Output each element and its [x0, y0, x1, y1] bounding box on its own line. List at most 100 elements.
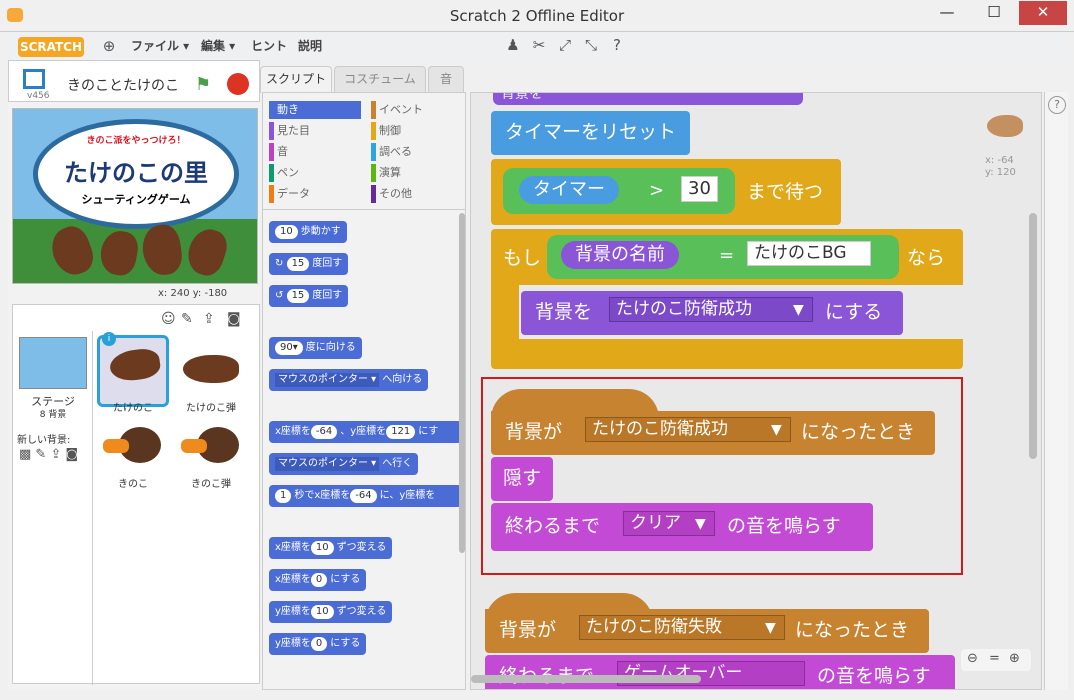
block-when-backdrop-switches[interactable]: 背景が たけのこ防衛成功 ▼ になったとき [491, 411, 935, 455]
script-area[interactable]: 背景を タイマーをリセット タイマー > 30 まで待つ もし 背景の名前 = … [470, 92, 1042, 690]
tab-sounds[interactable]: 音 [428, 66, 464, 92]
maximize-button[interactable]: ☐ [972, 1, 1016, 25]
stage-canvas[interactable]: きのこ派をやっつけろ！ たけのこの里 シューティングゲーム [12, 108, 258, 284]
zoom-in-icon[interactable]: ⊕ [1009, 651, 1020, 666]
category-events[interactable]: イベント [371, 101, 461, 119]
menu-edit[interactable]: 編集 ▾ [201, 37, 235, 54]
point-towards-dropdown[interactable]: マウスのポインター ▾ [275, 373, 380, 387]
timer-reporter[interactable]: タイマー [519, 176, 619, 204]
category-data[interactable]: データ [269, 185, 359, 203]
block-glide[interactable]: 1 秒でx座標を -64 に、y座標を [269, 485, 465, 507]
goto-y-value[interactable]: 121 [386, 425, 416, 439]
green-flag-icon[interactable]: ⚑ [195, 74, 217, 95]
sprite-thumb-takenoko[interactable]: i [97, 332, 169, 407]
script-hscrollbar[interactable] [471, 675, 701, 683]
close-button[interactable]: ✕ [1019, 1, 1067, 25]
change-x-value[interactable]: 10 [310, 541, 334, 555]
menu-file[interactable]: ファイル ▾ [131, 37, 189, 54]
backdrop-compare-input[interactable]: たけのこBG [747, 241, 871, 266]
scratch-logo[interactable]: SCRATCH [18, 37, 84, 57]
block-goto-xy[interactable]: x座標を -64 、y座標を 121 にす [269, 421, 465, 443]
category-looks[interactable]: 見た目 [269, 122, 359, 140]
block-play-sound-until-done[interactable]: 終わるまで クリア ▼ の音を鳴らす [491, 503, 873, 551]
paint-sprite-icon[interactable]: ✎ [181, 311, 193, 327]
chevron-down-icon[interactable]: ▼ [793, 303, 804, 317]
block-set-x[interactable]: x座標を 0 にする [269, 569, 367, 591]
stage-thumbnail[interactable] [19, 337, 87, 389]
block-turn-right[interactable]: ↻ 15 度回す [269, 253, 349, 275]
block-move[interactable]: 10 歩動かす [269, 221, 347, 243]
block-partial-top[interactable]: 背景を [493, 93, 803, 105]
globe-icon[interactable]: ⊕ [100, 37, 118, 55]
goto-x-value[interactable]: -64 [310, 425, 338, 439]
block-switch-backdrop[interactable]: 背景を たけのこ防衛成功 ▼ にする [521, 291, 903, 335]
category-sensing[interactable]: 調べる [371, 143, 461, 161]
duplicate-icon[interactable]: ♟ [504, 36, 522, 54]
zoom-reset-icon[interactable]: = [989, 651, 1000, 666]
tab-costumes[interactable]: コスチューム [334, 66, 426, 92]
direction-value[interactable]: 90▾ [275, 341, 303, 355]
block-reset-timer[interactable]: タイマーをリセット [491, 111, 691, 155]
upload-sprite-icon[interactable]: ⇪ [203, 311, 215, 327]
change-y-value[interactable]: 10 [310, 605, 334, 619]
set-x-value[interactable]: 0 [310, 573, 328, 587]
category-motion[interactable]: 動き [269, 101, 359, 119]
backdrop-tools-icons[interactable]: ▩ ✎ ⇪ ◙ [19, 447, 78, 462]
glide-x-value[interactable]: -64 [350, 489, 377, 503]
camera-icon[interactable]: ◙ [227, 311, 241, 327]
set-y-value[interactable]: 0 [310, 637, 328, 651]
category-operators[interactable]: 演算 [371, 164, 461, 182]
hat2-backdrop-dropdown[interactable]: たけのこ防衛失敗 [579, 615, 785, 640]
chevron-down-icon[interactable]: ▼ [771, 423, 782, 437]
equals-operator[interactable]: 背景の名前 = たけのこBG [547, 235, 899, 279]
glide-secs-value[interactable]: 1 [275, 489, 292, 503]
block-when-backdrop-switches-2[interactable]: 背景が たけのこ防衛失敗 ▼ になったとき [485, 609, 929, 653]
switch-backdrop-dropdown[interactable]: たけのこ防衛成功 [609, 297, 813, 322]
block-turn-left[interactable]: ↺ 15 度回す [269, 285, 349, 307]
block-partial-bottom[interactable]: 終わるまで ゲームオーバー の音を鳴らす [485, 655, 955, 689]
hat2-label-a: 背景が [499, 619, 557, 641]
block-hide[interactable]: 隠す [491, 457, 554, 501]
category-sound[interactable]: 音 [269, 143, 359, 161]
wait-value-input[interactable]: 30 [681, 176, 718, 202]
zoom-out-icon[interactable]: ⊖ [967, 651, 978, 666]
hat1-backdrop-dropdown[interactable]: たけのこ防衛成功 [585, 417, 791, 442]
turn-left-value[interactable]: 15 [286, 289, 310, 303]
info-icon[interactable]: i [102, 332, 116, 346]
help-question-icon[interactable]: ? [1048, 96, 1066, 114]
turn-right-value[interactable]: 15 [286, 257, 310, 271]
block-point-direction[interactable]: 90▾ 度に向ける [269, 337, 362, 359]
block-set-y[interactable]: y座標を 0 にする [269, 633, 367, 655]
block-change-x[interactable]: x座標を 10 ずつ変える [269, 537, 393, 559]
block-point-towards[interactable]: マウスのポインター ▾ へ向ける [269, 369, 429, 391]
help-icon[interactable]: ? [608, 36, 626, 54]
category-more[interactable]: その他 [371, 185, 461, 203]
project-name[interactable]: きのことたけのこ [67, 75, 179, 95]
block-change-y[interactable]: y座標を 10 ずつ変える [269, 601, 393, 623]
fullscreen-icon[interactable] [23, 69, 45, 89]
script-vscrollbar[interactable] [1029, 213, 1037, 459]
minimize-button[interactable]: — [925, 1, 969, 25]
category-control[interactable]: 制御 [371, 122, 461, 140]
palette-scrollbar[interactable] [459, 213, 465, 553]
move-steps-value[interactable]: 10 [275, 225, 298, 239]
delete-icon[interactable]: ✂ [530, 36, 548, 54]
block-wait-until[interactable]: タイマー > 30 まで待つ [491, 159, 841, 225]
menu-hint[interactable]: ヒント [251, 37, 287, 54]
shrink-icon[interactable]: ⤡ [582, 36, 600, 54]
chevron-down-icon[interactable]: ▼ [765, 621, 776, 635]
block-if[interactable]: もし 背景の名前 = たけのこBG なら 背景を たけのこ防衛成功 ▼ にする [491, 229, 963, 369]
sprite-thumb-takenoko-bullet[interactable] [175, 335, 247, 407]
stop-icon[interactable] [227, 73, 249, 95]
menu-about[interactable]: 説明 [298, 37, 322, 54]
block-goto[interactable]: マウスのポインター ▾ へ行く [269, 453, 419, 475]
category-pen[interactable]: ペン [269, 164, 359, 182]
tab-scripts[interactable]: スクリプト [260, 66, 332, 93]
chevron-down-icon[interactable]: ▼ [695, 517, 706, 531]
grow-icon[interactable]: ⤢ [556, 36, 574, 54]
turn-left-label: 度回す [312, 290, 343, 301]
greater-than-operator[interactable]: タイマー > 30 [503, 168, 735, 214]
goto-dropdown[interactable]: マウスのポインター ▾ [275, 457, 380, 471]
backdrop-name-reporter[interactable]: 背景の名前 [561, 241, 679, 269]
choose-sprite-icon[interactable]: ☺ [161, 311, 176, 327]
